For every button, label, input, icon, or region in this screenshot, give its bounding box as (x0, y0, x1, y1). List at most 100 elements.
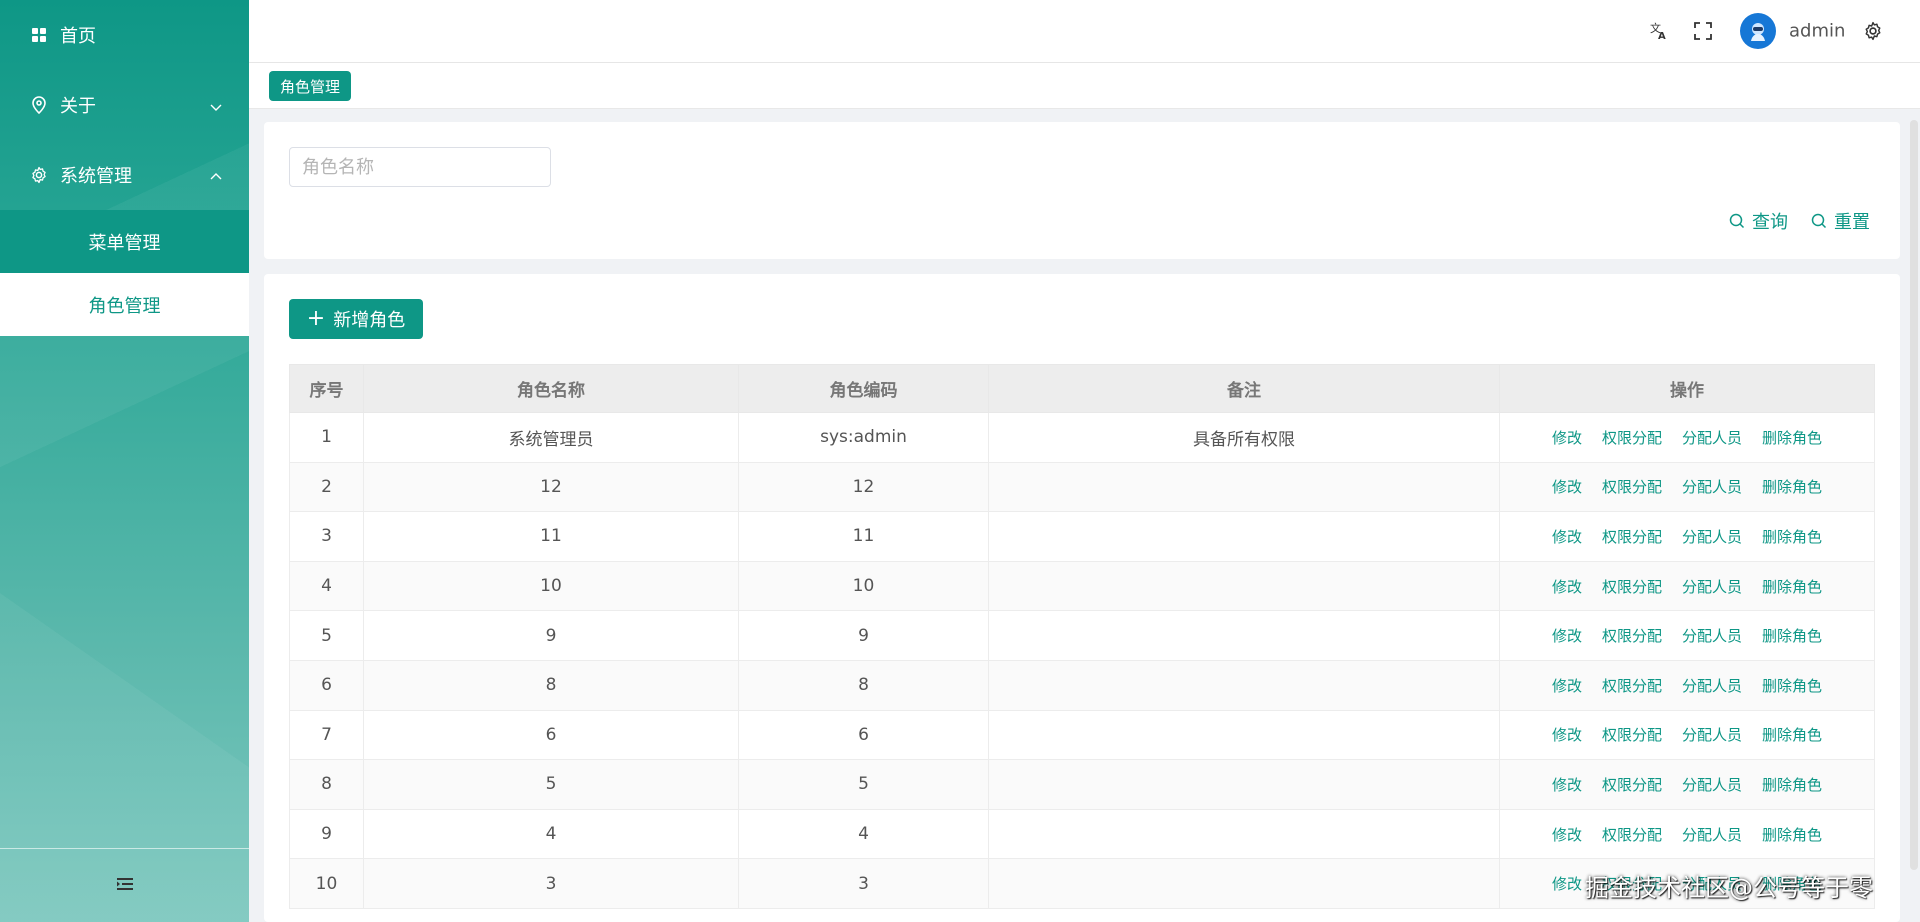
assign-permission-action[interactable]: 权限分配 (1602, 526, 1662, 547)
edit-action[interactable]: 修改 (1552, 625, 1582, 646)
assign-permission-action[interactable]: 权限分配 (1602, 824, 1662, 845)
cell-actions: 修改 权限分配 分配人员 删除角色 (1499, 709, 1875, 761)
assign-permission-action[interactable]: 权限分配 (1602, 724, 1662, 745)
assign-member-action[interactable]: 分配人员 (1682, 476, 1742, 497)
sidebar-item-about[interactable]: 关于 (0, 70, 249, 140)
table-panel: + 新增角色 序号 角色名称 角色编码 备注 操作 1 系统管理员 sys:admi… (264, 274, 1900, 922)
edit-action[interactable]: 修改 (1552, 576, 1582, 597)
cell-role-name: 10 (363, 560, 739, 612)
edit-action[interactable]: 修改 (1552, 873, 1582, 894)
cell-role-code: 9 (738, 610, 989, 661)
table-row: 3 11 11 修改 权限分配 分配人员 删除角色 (289, 511, 1875, 562)
cell-actions: 修改 权限分配 分配人员 删除角色 (1499, 610, 1875, 661)
edit-action[interactable]: 修改 (1552, 476, 1582, 497)
cell-role-code: 10 (738, 560, 989, 612)
edit-action[interactable]: 修改 (1552, 774, 1582, 795)
row-actions: 修改 权限分配 分配人员 删除角色 (1500, 576, 1874, 597)
cell-role-code: 12 (738, 461, 989, 513)
sidebar-subitem-label: 菜单管理 (88, 232, 161, 254)
cell-actions: 修改 权限分配 分配人员 删除角色 (1499, 808, 1875, 860)
cell-index: 5 (289, 610, 364, 661)
row-actions: 修改 权限分配 分配人员 删除角色 (1500, 526, 1874, 547)
add-role-button[interactable]: + 新增角色 (289, 299, 423, 339)
edit-action[interactable]: 修改 (1552, 824, 1582, 845)
query-label: 查询 (1752, 212, 1788, 233)
assign-member-action[interactable]: 分配人员 (1682, 427, 1742, 448)
assign-permission-action[interactable]: 权限分配 (1602, 774, 1662, 795)
cell-role-name: 4 (363, 808, 739, 860)
fullscreen-icon[interactable] (1694, 22, 1712, 40)
cell-index: 3 (289, 511, 364, 562)
sidebar-item-label: 系统管理 (60, 166, 132, 187)
assign-member-action[interactable]: 分配人员 (1682, 526, 1742, 547)
cell-remark (988, 659, 1500, 711)
cell-remark (988, 858, 1500, 909)
top-header: 文A admin (249, 0, 1920, 63)
table-row: 4 10 10 修改 权限分配 分配人员 删除角色 (289, 560, 1875, 612)
header-role-code: 角色编码 (738, 364, 989, 413)
cell-role-name: 8 (363, 659, 739, 711)
reset-button[interactable]: 重置 (1811, 208, 1870, 234)
edit-action[interactable]: 修改 (1552, 526, 1582, 547)
settings-icon[interactable] (1863, 21, 1883, 41)
assign-member-action[interactable]: 分配人员 (1682, 675, 1742, 696)
assign-permission-action[interactable]: 权限分配 (1602, 625, 1662, 646)
row-actions: 修改 权限分配 分配人员 删除角色 (1500, 476, 1874, 497)
edit-action[interactable]: 修改 (1552, 427, 1582, 448)
delete-role-action[interactable]: 删除角色 (1762, 675, 1822, 696)
sidebar-collapse-button[interactable] (0, 848, 249, 922)
table-row: 8 5 5 修改 权限分配 分配人员 删除角色 (289, 759, 1875, 810)
user-name[interactable]: admin (1789, 21, 1845, 42)
table-row: 5 9 9 修改 权限分配 分配人员 删除角色 (289, 610, 1875, 661)
sidebar: 首页 关于 系统管理 菜单管理 角色管理 (0, 0, 249, 922)
sidebar-item-home[interactable]: 首页 (0, 0, 249, 70)
role-name-input[interactable] (289, 147, 551, 187)
delete-role-action[interactable]: 删除角色 (1762, 824, 1822, 845)
cell-remark (988, 560, 1500, 612)
edit-action[interactable]: 修改 (1552, 724, 1582, 745)
page-scrollbar[interactable] (1910, 120, 1918, 870)
assign-member-action[interactable]: 分配人员 (1682, 625, 1742, 646)
search-icon (1811, 213, 1827, 229)
delete-role-action[interactable]: 删除角色 (1762, 774, 1822, 795)
delete-role-action[interactable]: 删除角色 (1762, 476, 1822, 497)
edit-action[interactable]: 修改 (1552, 675, 1582, 696)
sidebar-subitem-role[interactable]: 角色管理 (0, 273, 249, 336)
assign-permission-action[interactable]: 权限分配 (1602, 476, 1662, 497)
delete-role-action[interactable]: 删除角色 (1762, 576, 1822, 597)
cell-index: 2 (289, 461, 364, 513)
cell-actions: 修改 权限分配 分配人员 删除角色 (1499, 659, 1875, 711)
delete-role-action[interactable]: 删除角色 (1762, 427, 1822, 448)
delete-role-action[interactable]: 删除角色 (1762, 724, 1822, 745)
table-row: 2 12 12 修改 权限分配 分配人员 删除角色 (289, 461, 1875, 513)
assign-permission-action[interactable]: 权限分配 (1602, 576, 1662, 597)
assign-member-action[interactable]: 分配人员 (1682, 824, 1742, 845)
query-button[interactable]: 查询 (1729, 208, 1788, 234)
cell-role-code: 5 (738, 759, 989, 810)
assign-permission-action[interactable]: 权限分配 (1602, 675, 1662, 696)
sidebar-item-label: 首页 (60, 26, 96, 47)
menu-fold-icon (116, 876, 134, 896)
table-row: 1 系统管理员 sys:admin 具备所有权限 修改 权限分配 分配人员 删除角色 (289, 412, 1875, 463)
cell-index: 6 (289, 659, 364, 711)
assign-member-action[interactable]: 分配人员 (1682, 724, 1742, 745)
delete-role-action[interactable]: 删除角色 (1762, 526, 1822, 547)
row-actions: 修改 权限分配 分配人员 删除角色 (1500, 675, 1874, 696)
sidebar-subitem-menu[interactable]: 菜单管理 (0, 210, 249, 273)
assign-permission-action[interactable]: 权限分配 (1602, 427, 1662, 448)
sidebar-item-system[interactable]: 系统管理 (0, 140, 249, 210)
assign-member-action[interactable]: 分配人员 (1682, 576, 1742, 597)
gear-icon (30, 166, 48, 184)
cell-role-code: sys:admin (738, 412, 989, 463)
row-actions: 修改 权限分配 分配人员 删除角色 (1500, 824, 1874, 845)
header-index: 序号 (289, 364, 364, 413)
delete-role-action[interactable]: 删除角色 (1762, 625, 1822, 646)
tag-role-management[interactable]: 角色管理 (269, 71, 352, 101)
cell-actions: 修改 权限分配 分配人员 删除角色 (1499, 511, 1875, 562)
translate-icon[interactable]: 文A (1649, 21, 1669, 41)
header-remark: 备注 (988, 364, 1500, 413)
header-role-name: 角色名称 (363, 364, 739, 413)
assign-member-action[interactable]: 分配人员 (1682, 774, 1742, 795)
avatar[interactable] (1740, 13, 1776, 49)
grid-icon (30, 26, 48, 44)
